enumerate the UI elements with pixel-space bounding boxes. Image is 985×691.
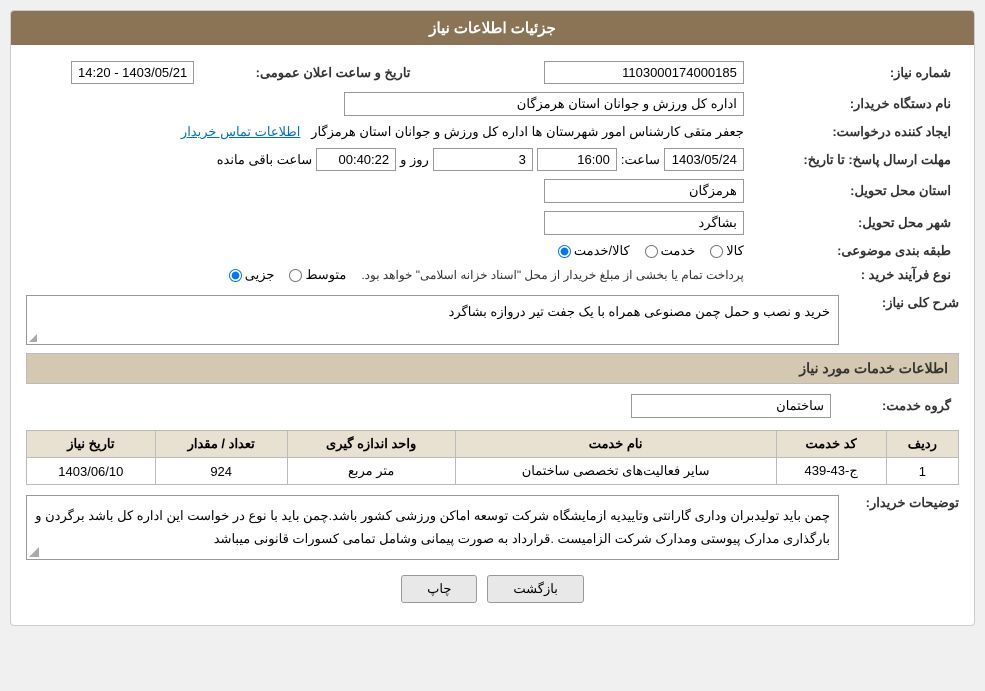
main-card: جزئیات اطلاعات نیاز شماره نیاز: 11030001…	[10, 10, 975, 626]
noe-radios: پرداخت تمام یا بخشی از مبلغ خریدار از مح…	[34, 267, 744, 283]
mohlat-baqi-input: 00:40:22	[316, 148, 396, 171]
shahr-input: بشاگرد	[544, 211, 744, 235]
tozih-section: توضیحات خریدار: چمن باید تولیدبران وداری…	[26, 495, 959, 560]
mohlat-baqi-label: ساعت باقی مانده	[217, 152, 312, 168]
sharh-text: خرید و نصب و حمل چمن مصنوعی همراه با یک …	[449, 304, 830, 319]
cell-name: سایر فعالیت‌های تخصصی ساختمان	[455, 458, 776, 485]
col-tarikh: تاریخ نیاز	[27, 431, 156, 458]
mohlat-roz-label: روز و	[400, 152, 429, 168]
services-table: ردیف کد خدمت نام خدمت واحد اندازه گیری ت…	[26, 430, 959, 485]
tabaqe-khadamat-radio[interactable]	[645, 245, 658, 258]
noe-motevaset-item: متوسط	[289, 267, 346, 283]
mohlat-saat-label: ساعت:	[621, 152, 660, 168]
tabaqe-kala-khadamat-radio[interactable]	[558, 245, 571, 258]
noe-motevaset-radio[interactable]	[289, 269, 302, 282]
tabaqe-kala-item: کالا	[710, 243, 744, 259]
top-info-table: شماره نیاز: 1103000174000185 تاریخ و ساع…	[26, 57, 959, 287]
tozih-label: توضیحات خریدار:	[849, 495, 959, 511]
page-container: جزئیات اطلاعات نیاز شماره نیاز: 11030001…	[0, 0, 985, 691]
noe-motevaset-label: متوسط	[305, 267, 346, 283]
tabaqe-radios: کالا خدمت کالا/خدمت	[34, 243, 744, 259]
noe-label: نوع فرآیند خرید :	[752, 263, 959, 287]
resize-handle-icon	[29, 547, 39, 557]
mohlat-roz-input: 3	[433, 148, 533, 171]
btn-row: بازگشت چاپ	[26, 575, 959, 603]
grohe-label: گروه خدمت:	[839, 390, 959, 422]
tabaqe-radio-group: کالا خدمت کالا/خدمت	[26, 239, 752, 263]
cell-kod: ج-43-439	[776, 458, 886, 485]
table-row: 1ج-43-439سایر فعالیت‌های تخصصی ساختمانمت…	[27, 458, 959, 485]
tarikhe-aalan-value: 1403/05/21 - 14:20	[26, 57, 202, 88]
tarikhe-aalan-input: 1403/05/21 - 14:20	[71, 61, 194, 84]
shahr-value: بشاگرد	[26, 207, 752, 239]
cell-vahad: متر مربع	[287, 458, 455, 485]
back-button[interactable]: بازگشت	[487, 575, 583, 603]
grohe-value: ساختمان	[26, 390, 839, 422]
tabaqe-khadamat-item: خدمت	[645, 243, 696, 259]
tabaqe-kala-radio[interactable]	[710, 245, 723, 258]
mohlat-datetime-row: 1403/05/24 ساعت: 16:00 3 روز و 00:40:22 …	[34, 148, 744, 171]
mohlat-row: 1403/05/24 ساعت: 16:00 3 روز و 00:40:22 …	[26, 144, 752, 175]
shomareNiaz-value: 1103000174000185	[478, 57, 751, 88]
tabaqe-kala-label: کالا	[726, 243, 744, 259]
grohe-input: ساختمان	[631, 394, 831, 418]
tabaqe-kala-khadamat-label: کالا/خدمت	[574, 243, 630, 259]
khadamat-section-header: اطلاعات خدمات مورد نیاز	[26, 353, 959, 384]
namDastgah-value: اداره کل ورزش و جوانان استان هرمزگان	[26, 88, 752, 120]
col-tedad: تعداد / مقدار	[155, 431, 287, 458]
noe-jozi-item: جزیی	[229, 267, 275, 283]
ostan-input: هرمزگان	[544, 179, 744, 203]
mohlat-saat-input: 16:00	[537, 148, 617, 171]
grohe-table: گروه خدمت: ساختمان	[26, 390, 959, 422]
mohlat-label: مهلت ارسال پاسخ: تا تاریخ:	[752, 144, 959, 175]
ijadKonande-text: جعفر متقی کارشناس امور شهرستان ها اداره …	[311, 124, 744, 139]
namDastgah-input: اداره کل ورزش و جوانان استان هرمزگان	[344, 92, 744, 116]
ettelaat-link[interactable]: اطلاعات تماس خریدار	[181, 124, 300, 139]
card-body: شماره نیاز: 1103000174000185 تاریخ و ساع…	[11, 45, 974, 625]
tabaqe-khadamat-label: خدمت	[661, 243, 696, 259]
noe-jozi-radio[interactable]	[229, 269, 242, 282]
cell-tedad: 924	[155, 458, 287, 485]
mohlat-date-input: 1403/05/24	[664, 148, 744, 171]
ijadKonande-label: ایجاد کننده درخواست:	[752, 120, 959, 144]
sharh-box: خرید و نصب و حمل چمن مصنوعی همراه با یک …	[26, 295, 839, 345]
cell-radif: 1	[886, 458, 958, 485]
tarikhe-aalan-label: تاریخ و ساعت اعلان عمومی:	[202, 57, 418, 88]
ijadKonande-value: جعفر متقی کارشناس امور شهرستان ها اداره …	[26, 120, 752, 144]
print-button[interactable]: چاپ	[401, 575, 477, 603]
col-name: نام خدمت	[455, 431, 776, 458]
header-title: جزئیات اطلاعات نیاز	[429, 20, 556, 37]
cell-tarikh: 1403/06/10	[27, 458, 156, 485]
ostan-label: استان محل تحویل:	[752, 175, 959, 207]
noe-desc-text: پرداخت تمام یا بخشی از مبلغ خریدار از مح…	[361, 268, 744, 282]
card-header: جزئیات اطلاعات نیاز	[11, 11, 974, 45]
tabaqe-label: طبقه بندی موضوعی:	[752, 239, 959, 263]
namDastgah-label: نام دستگاه خریدار:	[752, 88, 959, 120]
noe-row: پرداخت تمام یا بخشی از مبلغ خریدار از مح…	[26, 263, 752, 287]
noe-jozi-label: جزیی	[245, 267, 275, 283]
col-radif: ردیف	[886, 431, 958, 458]
tozih-text: چمن باید تولیدبران وداری گارانتی وتاییدی…	[35, 508, 830, 546]
tabaqe-kala-khadamat-item: کالا/خدمت	[558, 243, 630, 259]
ostan-value: هرمزگان	[26, 175, 752, 207]
tozih-box: چمن باید تولیدبران وداری گارانتی وتاییدی…	[26, 495, 839, 560]
shomareNiaz-input: 1103000174000185	[544, 61, 744, 84]
col-vahad: واحد اندازه گیری	[287, 431, 455, 458]
sharh-label: شرح کلی نیاز:	[849, 295, 959, 311]
sharh-section: شرح کلی نیاز: خرید و نصب و حمل چمن مصنوع…	[26, 295, 959, 345]
shahr-label: شهر محل تحویل:	[752, 207, 959, 239]
col-kod: کد خدمت	[776, 431, 886, 458]
shomareNiaz-label: شماره نیاز:	[752, 57, 959, 88]
